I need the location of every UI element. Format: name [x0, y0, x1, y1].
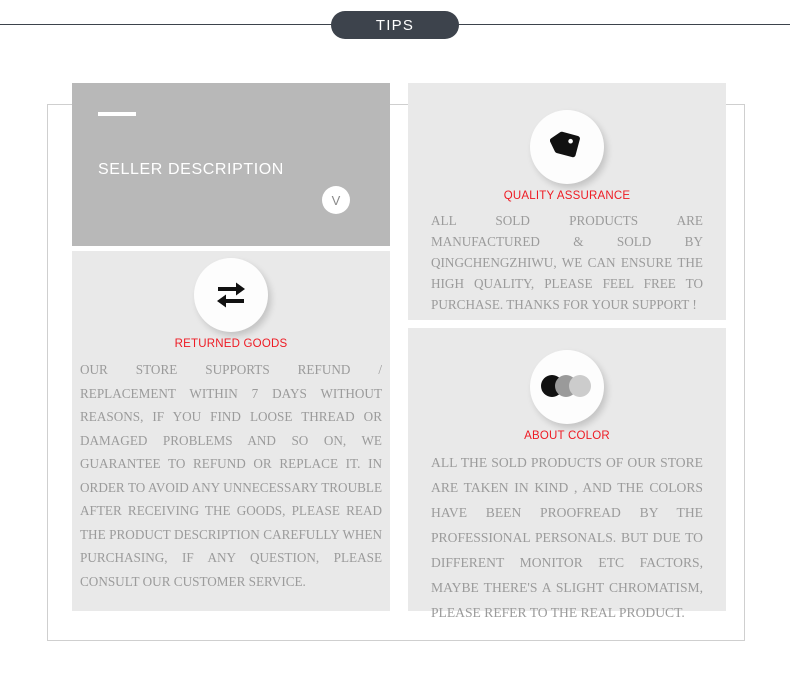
repeat-arrows-icon — [214, 278, 248, 313]
panels-grid: SELLER DESCRIPTION V RETURNED GOODS OUR … — [72, 83, 726, 620]
quality-assurance-text: ALL SOLD PRODUCTS ARE MANUFACTURED & SOL… — [431, 213, 703, 312]
quality-assurance-title: QUALITY ASSURANCE — [503, 190, 631, 202]
returned-goods-title: RETURNED GOODS — [174, 338, 288, 350]
icon-circle — [530, 110, 604, 184]
seller-description-title: SELLER DESCRIPTION — [98, 161, 284, 178]
right-column: QUALITY ASSURANCE ALL SOLD PRODUCTS ARE … — [408, 83, 726, 620]
about-color-text: ALL THE SOLD PRODUCTS OF OUR STORE ARE T… — [431, 455, 703, 620]
expand-toggle-button[interactable]: V — [322, 186, 350, 214]
about-color-panel: ABOUT COLOR ALL THE SOLD PRODUCTS OF OUR… — [408, 328, 726, 620]
page-header: TIPS — [0, 10, 790, 40]
price-tag-icon — [549, 128, 584, 167]
quality-icon-wrap — [430, 83, 704, 186]
hero-accent-bar — [98, 112, 136, 116]
about-color-icon-wrap — [430, 328, 704, 426]
tips-page: TIPS SELLER DESCRIPTION V RETURNED GOODS… — [0, 0, 790, 683]
quality-assurance-panel: QUALITY ASSURANCE ALL SOLD PRODUCTS ARE … — [408, 83, 726, 320]
left-column: SELLER DESCRIPTION V RETURNED GOODS OUR … — [72, 83, 390, 611]
icon-circle — [194, 258, 268, 332]
color-swatches-icon — [541, 374, 593, 397]
returned-goods-icon-wrap — [79, 251, 383, 334]
swatch-light — [569, 374, 591, 397]
tips-badge: TIPS — [331, 11, 459, 39]
returned-goods-text: OUR STORE SUPPORTS REFUND / REPLACEMENT … — [80, 362, 382, 589]
icon-circle — [530, 350, 604, 424]
returned-goods-panel: RETURNED GOODS OUR STORE SUPPORTS REFUND… — [72, 251, 390, 611]
seller-description-panel[interactable]: SELLER DESCRIPTION V — [72, 83, 390, 246]
about-color-title: ABOUT COLOR — [524, 430, 610, 442]
